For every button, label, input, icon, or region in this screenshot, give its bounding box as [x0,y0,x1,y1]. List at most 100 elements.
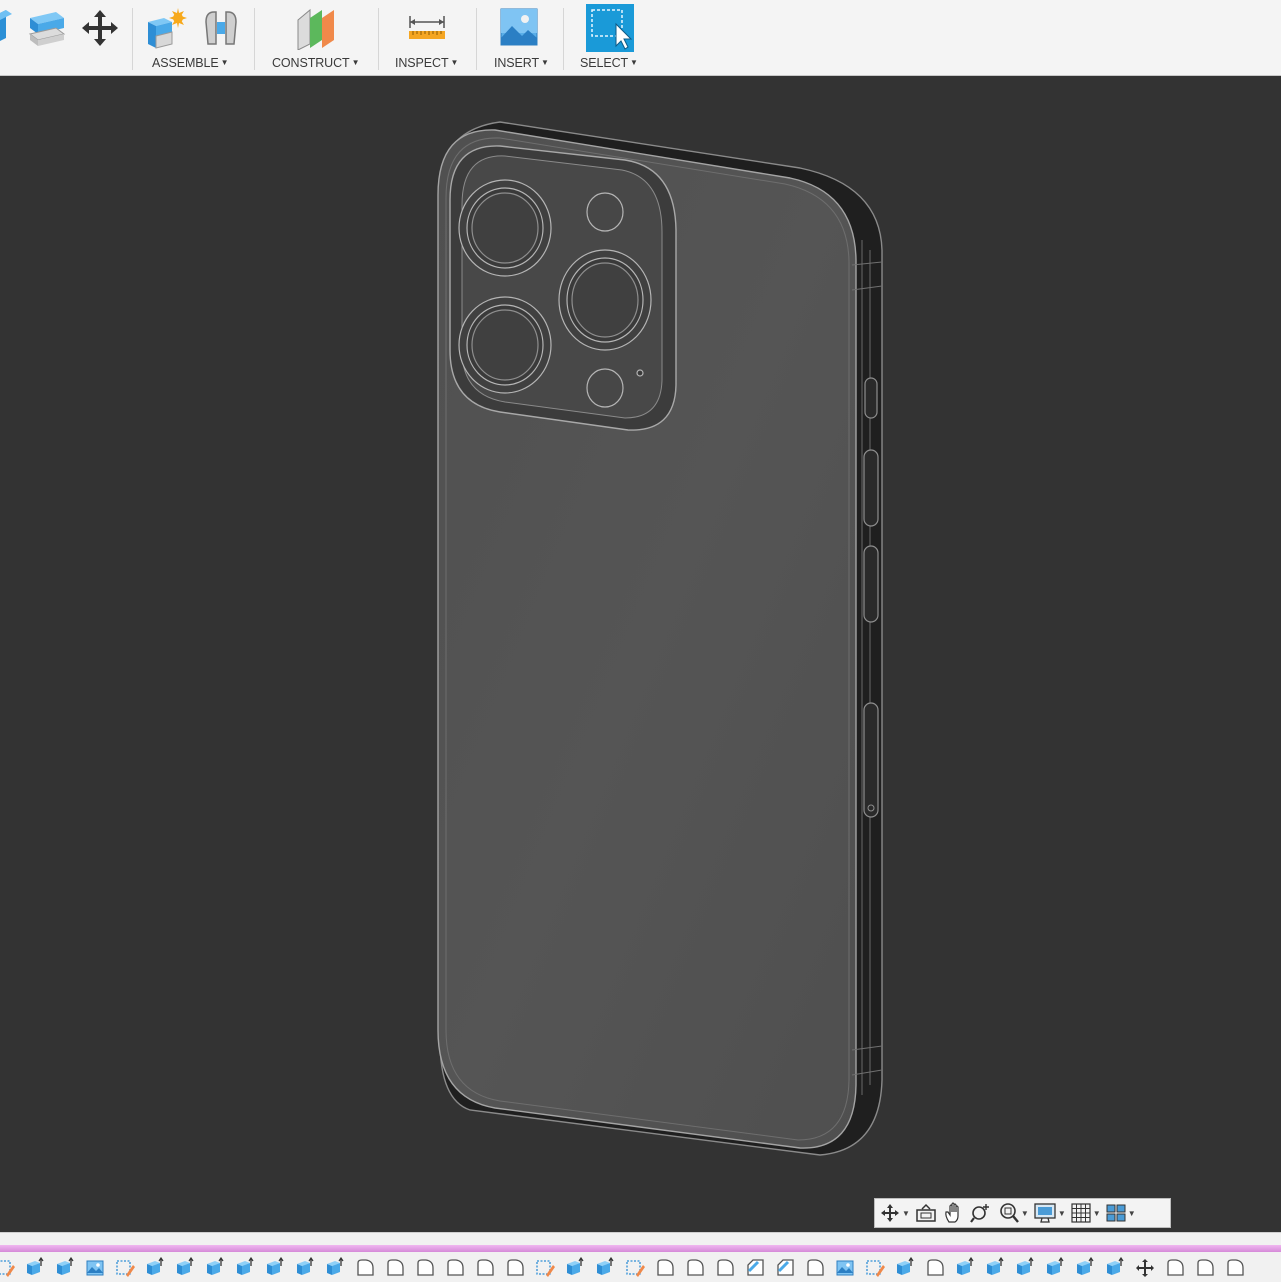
select-menu[interactable]: SELECT ▼ [580,56,638,72]
move-icon[interactable] [80,8,120,48]
timeline-feature-extrude[interactable] [20,1255,50,1281]
timeline-feature-fillet[interactable] [650,1255,680,1281]
timeline-feature-fillet[interactable] [920,1255,950,1281]
orbit-button[interactable]: ▼ [879,1199,910,1227]
insert-image-icon[interactable] [500,8,538,46]
extrude-icon [27,1257,44,1275]
inspect-menu[interactable]: INSPECT ▼ [395,56,458,72]
dropdown-caret-icon: ▼ [1020,1208,1029,1218]
timeline-feature-extrude[interactable] [1070,1255,1100,1281]
look-at-button[interactable] [914,1199,938,1227]
select-box-icon[interactable] [586,4,634,52]
display-settings-icon [1034,1203,1056,1223]
new-component-icon[interactable] [146,8,188,50]
timeline-feature-extrude[interactable] [890,1255,920,1281]
timeline-feature-extrude[interactable] [230,1255,260,1281]
offset-plane-icon[interactable] [294,6,338,50]
timeline-feature-extrude[interactable] [1100,1255,1130,1281]
extrude-icon [147,1257,164,1275]
timeline-feature-sketch[interactable] [860,1255,890,1281]
extrude-icon [1017,1257,1034,1275]
timeline-feature-fillet[interactable] [1160,1255,1190,1281]
sketch-icon [0,1260,15,1277]
timeline-feature-extrude[interactable] [170,1255,200,1281]
select-label: SELECT [580,56,629,70]
timeline-marker-stripe [0,1245,1281,1252]
move-icon [1136,1259,1154,1277]
timeline-feature-extrude[interactable] [50,1255,80,1281]
timeline-feature-extrude[interactable] [200,1255,230,1281]
timeline-feature-fillet[interactable] [470,1255,500,1281]
timeline-feature-fillet[interactable] [680,1255,710,1281]
chamfer-icon [777,1259,794,1276]
phone-model[interactable] [0,77,1281,1232]
timeline-feature-fillet[interactable] [350,1255,380,1281]
insert-menu[interactable]: INSERT ▼ [494,56,549,72]
timeline-feature-extrude[interactable] [980,1255,1010,1281]
timeline-feature-extrude[interactable] [1040,1255,1070,1281]
timeline-feature-fillet[interactable] [500,1255,530,1281]
timeline-feature-extrude[interactable] [590,1255,620,1281]
fillet-icon [417,1259,434,1276]
measure-icon[interactable] [408,14,446,42]
timeline-feature-fillet[interactable] [710,1255,740,1281]
timeline-bar [0,1232,1281,1282]
canvas-viewport[interactable] [0,77,1281,1232]
volume-up-button [863,449,879,527]
extrude-icon [1077,1257,1094,1275]
timeline-feature-extrude[interactable] [140,1255,170,1281]
extrude-icon [327,1257,344,1275]
timeline-feature-fillet[interactable] [410,1255,440,1281]
viewports-button[interactable]: ▼ [1105,1199,1136,1227]
image-icon [836,1260,854,1276]
fillet-icon [807,1259,824,1276]
display-settings-button[interactable]: ▼ [1033,1199,1066,1227]
joint-icon[interactable] [202,8,240,48]
modify-tools-group [0,0,130,76]
dropdown-caret-icon: ▼ [1127,1208,1136,1218]
timeline-feature-image[interactable] [830,1255,860,1281]
timeline-feature-sketch[interactable] [0,1255,20,1281]
fillet-icon [1167,1259,1184,1276]
insert-group: INSERT ▼ [478,0,562,76]
press-pull-icon[interactable] [26,8,68,48]
timeline-feature-move[interactable] [1130,1255,1160,1281]
timeline-feature-fillet[interactable] [800,1255,830,1281]
fillet-icon [357,1259,374,1276]
assemble-menu[interactable]: ASSEMBLE ▼ [152,56,229,72]
timeline-feature-fillet[interactable] [1220,1255,1250,1281]
fillet-icon [1197,1259,1214,1276]
extrude-icon [897,1257,914,1275]
fillet-icon [1227,1259,1244,1276]
timeline-feature-chamfer[interactable] [740,1255,770,1281]
extrude-icon [1107,1257,1124,1275]
timeline-feature-image[interactable] [80,1255,110,1281]
timeline-feature-extrude[interactable] [1010,1255,1040,1281]
timeline-feature-chamfer[interactable] [770,1255,800,1281]
construct-menu[interactable]: CONSTRUCT ▼ [272,56,360,72]
construct-group: CONSTRUCT ▼ [256,0,376,76]
timeline-feature-sketch[interactable] [530,1255,560,1281]
timeline-feature-extrude[interactable] [320,1255,350,1281]
timeline-feature-fillet[interactable] [440,1255,470,1281]
orbit-icon [881,1204,899,1222]
toolbar: ASSEMBLE ▼ CONSTRUCT ▼ INSPECT ▼ INSERT … [0,0,1281,76]
fit-icon [1000,1203,1019,1223]
timeline-feature-sketch[interactable] [110,1255,140,1281]
fit-button[interactable]: ▼ [998,1199,1029,1227]
timeline-feature-fillet[interactable] [1190,1255,1220,1281]
dropdown-caret-icon: ▼ [351,58,360,67]
pan-button[interactable] [942,1199,966,1227]
fillet-icon [927,1259,944,1276]
sketch-icon [626,1260,645,1277]
timeline-feature-extrude[interactable] [260,1255,290,1281]
timeline-feature-sketch[interactable] [620,1255,650,1281]
zoom-button[interactable] [970,1199,994,1227]
timeline-feature-fillet[interactable] [380,1255,410,1281]
timeline-feature-extrude[interactable] [290,1255,320,1281]
extrude-icon[interactable] [0,8,14,46]
grid-settings-button[interactable]: ▼ [1070,1199,1101,1227]
timeline-feature-extrude[interactable] [560,1255,590,1281]
timeline-feature-extrude[interactable] [950,1255,980,1281]
toolbar-separator [132,8,133,70]
